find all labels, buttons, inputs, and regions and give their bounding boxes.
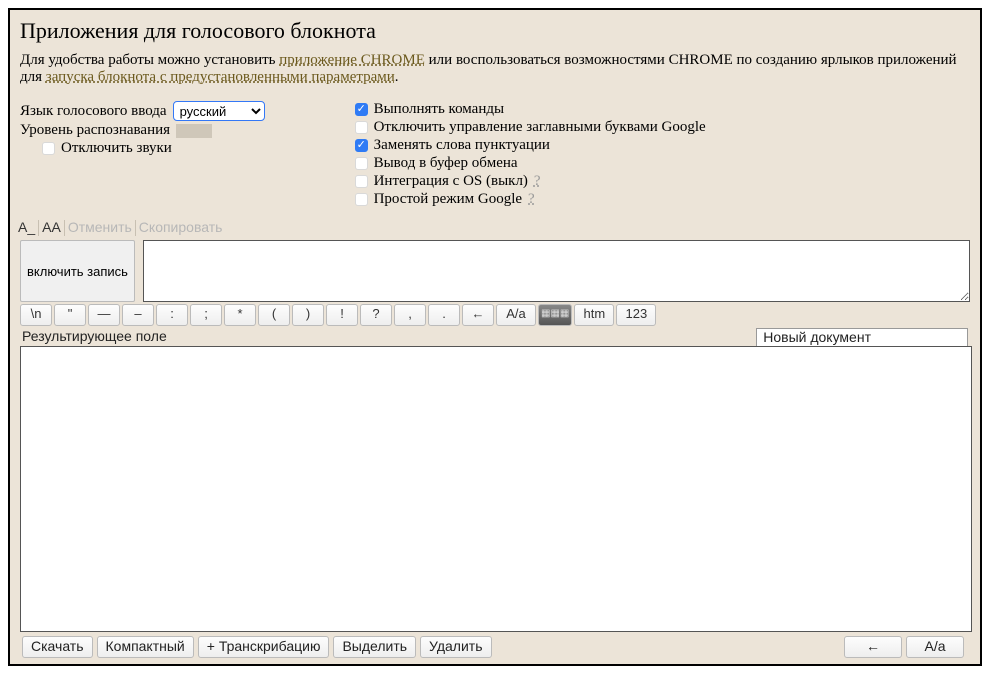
sym-endash[interactable]: – bbox=[122, 304, 154, 326]
draft-textarea[interactable] bbox=[143, 240, 970, 302]
recognition-level-label: Уровень распознавания bbox=[20, 122, 170, 139]
sym-semicolon[interactable]: ; bbox=[190, 304, 222, 326]
record-button[interactable]: включить запись bbox=[20, 240, 135, 302]
intro-part1: Для удобства работы можно установить bbox=[20, 52, 279, 68]
sym-lparen[interactable]: ( bbox=[258, 304, 290, 326]
sym-quote[interactable]: " bbox=[54, 304, 86, 326]
delete-button[interactable]: Удалить bbox=[420, 636, 491, 658]
simple-mode-label: Простой режим Google bbox=[374, 191, 522, 208]
case-small-button[interactable]: A_ bbox=[18, 219, 35, 235]
disable-sounds-check[interactable] bbox=[42, 142, 55, 155]
sym-question[interactable]: ? bbox=[360, 304, 392, 326]
disable-sounds-label: Отключить звуки bbox=[61, 140, 172, 157]
format-toolbar: A_ AA Отменить Скопировать bbox=[10, 219, 980, 236]
help-icon[interactable]: ? bbox=[534, 173, 541, 190]
sym-backspace[interactable]: ← bbox=[462, 304, 494, 326]
os-integration-check[interactable] bbox=[355, 175, 368, 188]
sym-htm[interactable]: htm bbox=[574, 304, 614, 326]
case-button[interactable]: A/a bbox=[906, 636, 964, 658]
symbol-toolbar: \n " — – : ; * ( ) ! ? , . ← A/a ▦▦▦ htm… bbox=[10, 302, 980, 326]
sym-newline[interactable]: \n bbox=[20, 304, 52, 326]
result-textarea[interactable] bbox=[20, 346, 972, 632]
keyboard-icon[interactable]: ▦▦▦ bbox=[538, 304, 572, 326]
intro-part3: . bbox=[395, 69, 399, 85]
transcription-button[interactable]: + Транскрибацию bbox=[198, 636, 330, 658]
result-field-label: Результирующее поле bbox=[22, 328, 167, 346]
simple-mode-check[interactable] bbox=[355, 193, 368, 206]
back-button[interactable]: ← bbox=[844, 636, 902, 658]
sym-colon[interactable]: : bbox=[156, 304, 188, 326]
compact-button[interactable]: Компактный bbox=[97, 636, 194, 658]
undo-button[interactable]: Отменить bbox=[68, 219, 132, 235]
replace-punct-check[interactable] bbox=[355, 139, 368, 152]
disable-caps-check[interactable] bbox=[355, 121, 368, 134]
select-button[interactable]: Выделить bbox=[333, 636, 416, 658]
help-icon[interactable]: ? bbox=[528, 191, 535, 208]
case-caps-button[interactable]: AA bbox=[42, 219, 61, 235]
voice-lang-label: Язык голосового ввода bbox=[20, 103, 167, 120]
sym-asterisk[interactable]: * bbox=[224, 304, 256, 326]
disable-caps-label: Отключить управление заглавными буквами … bbox=[374, 119, 706, 136]
preset-link[interactable]: запуска блокнота с предустановленными па… bbox=[46, 69, 395, 85]
sym-rparen[interactable]: ) bbox=[292, 304, 324, 326]
new-document-label[interactable]: Новый документ bbox=[756, 328, 968, 346]
clipboard-check[interactable] bbox=[355, 157, 368, 170]
clipboard-label: Вывод в буфер обмена bbox=[374, 155, 518, 172]
page-title: Приложения для голосового блокнота bbox=[20, 18, 970, 44]
recognition-level-box bbox=[176, 124, 212, 138]
intro-text: Для удобства работы можно установить при… bbox=[20, 52, 970, 86]
chrome-app-link[interactable]: приложение CHROME bbox=[279, 52, 425, 68]
sym-period[interactable]: . bbox=[428, 304, 460, 326]
download-button[interactable]: Скачать bbox=[22, 636, 93, 658]
exec-commands-check[interactable] bbox=[355, 103, 368, 116]
sym-emdash[interactable]: — bbox=[88, 304, 120, 326]
copy-button[interactable]: Скопировать bbox=[139, 219, 223, 235]
sym-comma[interactable]: , bbox=[394, 304, 426, 326]
replace-punct-label: Заменять слова пунктуации bbox=[374, 137, 550, 154]
sym-case[interactable]: A/a bbox=[496, 304, 536, 326]
sym-excl[interactable]: ! bbox=[326, 304, 358, 326]
os-integration-label: Интеграция с OS (выкл) bbox=[374, 173, 528, 190]
voice-lang-select[interactable]: русский bbox=[173, 101, 265, 121]
exec-commands-label: Выполнять команды bbox=[374, 101, 505, 118]
sym-123[interactable]: 123 bbox=[616, 304, 656, 326]
